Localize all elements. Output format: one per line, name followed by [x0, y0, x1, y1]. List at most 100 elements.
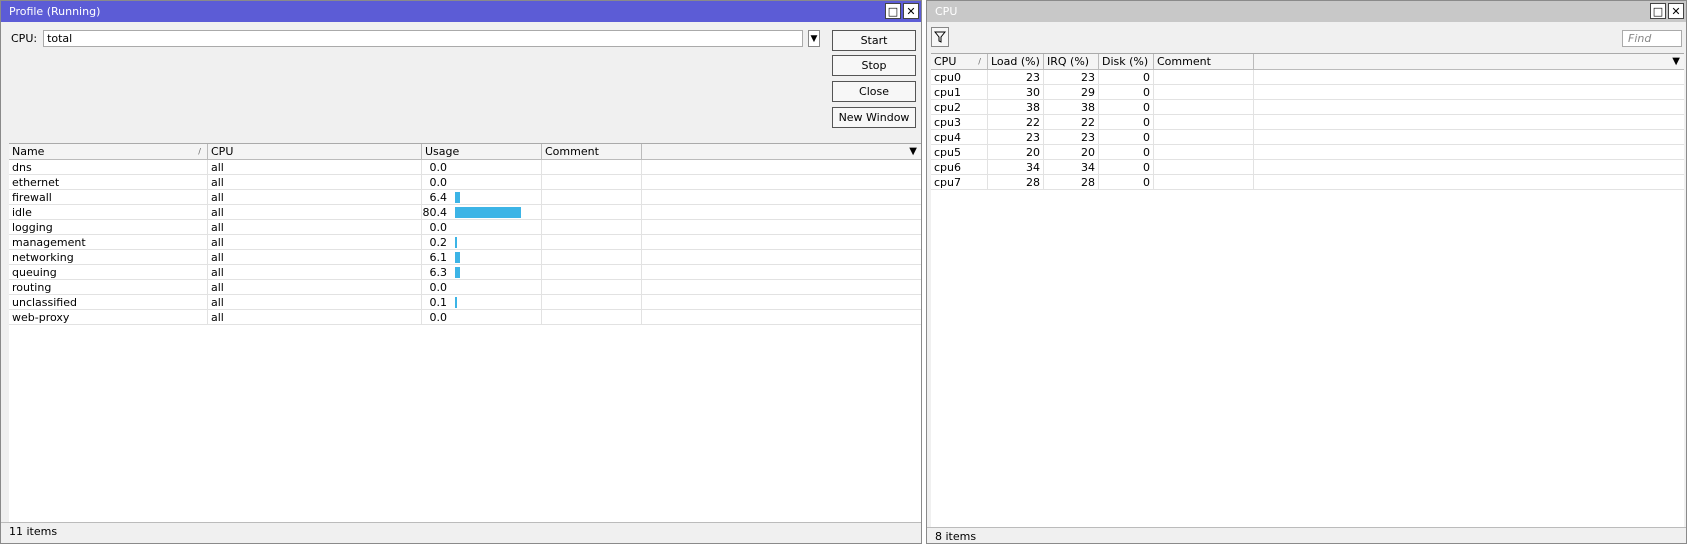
- cpu-id: cpu1: [931, 85, 988, 99]
- cpu-comment: [1154, 160, 1254, 174]
- col-usage-header[interactable]: Usage: [422, 144, 542, 159]
- cpu-irq: 23: [1044, 70, 1099, 84]
- table-row[interactable]: unclassified all 0.1: [9, 295, 921, 310]
- table-row[interactable]: firewall all 6.4: [9, 190, 921, 205]
- cpu-load: 30: [988, 85, 1044, 99]
- usage-value: 0.1: [429, 295, 448, 309]
- process-name: management: [9, 235, 208, 249]
- table-row[interactable]: networking all 6.1: [9, 250, 921, 265]
- dropdown-arrow-icon[interactable]: ▼: [808, 30, 820, 47]
- cpu-comment: [1154, 145, 1254, 159]
- col-comment-header[interactable]: Comment: [542, 144, 642, 159]
- table-row[interactable]: cpu3 22 22 0: [931, 115, 1684, 130]
- cpu-id: cpu7: [931, 175, 988, 189]
- cpu-titlebar[interactable]: CPU □ ✕: [927, 1, 1686, 22]
- column-menu-icon[interactable]: ▼: [909, 146, 917, 157]
- cpu-select-value: total: [47, 32, 73, 45]
- cpu-irq: 20: [1044, 145, 1099, 159]
- col-name-header[interactable]: Name /: [9, 144, 208, 159]
- usage-value: 6.1: [429, 250, 448, 264]
- cpu-comment: [1154, 130, 1254, 144]
- col-disk-header[interactable]: Disk (%): [1099, 54, 1154, 69]
- column-menu-icon[interactable]: ▼: [1672, 56, 1680, 67]
- close-icon[interactable]: ✕: [1668, 3, 1684, 19]
- usage-bar: [455, 206, 521, 218]
- col-cpu-header[interactable]: CPU: [208, 144, 422, 159]
- usage-value: 0.0: [429, 220, 448, 234]
- new-window-button[interactable]: New Window: [832, 107, 916, 128]
- process-cpu: all: [208, 235, 422, 249]
- process-name: queuing: [9, 265, 208, 279]
- process-comment: [542, 265, 642, 279]
- process-comment: [542, 190, 642, 204]
- cpu-load: 23: [988, 70, 1044, 84]
- profile-titlebar[interactable]: Profile (Running) □ ✕: [1, 1, 921, 22]
- process-name: ethernet: [9, 175, 208, 189]
- close-button[interactable]: Close: [832, 81, 916, 102]
- process-usage: 80.4: [422, 205, 542, 219]
- col-cpu-header[interactable]: CPU /: [931, 54, 988, 69]
- cpu-select[interactable]: total: [43, 30, 804, 47]
- filter-icon[interactable]: [931, 27, 949, 47]
- process-usage: 0.0: [422, 310, 542, 324]
- table-row[interactable]: cpu6 34 34 0: [931, 160, 1684, 175]
- process-name: routing: [9, 280, 208, 294]
- cpu-irq: 38: [1044, 100, 1099, 114]
- usage-value: 80.4: [422, 205, 448, 219]
- process-name: dns: [9, 160, 208, 174]
- cpu-id: cpu4: [931, 130, 988, 144]
- table-row[interactable]: routing all 0.0: [9, 280, 921, 295]
- cpu-disk: 0: [1099, 145, 1154, 159]
- cpu-label: CPU:: [11, 32, 38, 45]
- table-row[interactable]: cpu4 23 23 0: [931, 130, 1684, 145]
- table-row[interactable]: cpu0 23 23 0: [931, 70, 1684, 85]
- table-row[interactable]: idle all 80.4: [9, 205, 921, 220]
- start-button[interactable]: Start: [832, 30, 916, 51]
- cpu-disk: 0: [1099, 100, 1154, 114]
- table-row[interactable]: logging all 0.0: [9, 220, 921, 235]
- table-row[interactable]: queuing all 6.3: [9, 265, 921, 280]
- maximize-icon[interactable]: □: [885, 3, 901, 19]
- col-name-label: Name: [12, 145, 45, 158]
- table-row[interactable]: web-proxy all 0.0: [9, 310, 921, 325]
- cpu-comment: [1154, 85, 1254, 99]
- cpu-disk: 0: [1099, 115, 1154, 129]
- table-row[interactable]: cpu7 28 28 0: [931, 175, 1684, 190]
- table-row[interactable]: cpu2 38 38 0: [931, 100, 1684, 115]
- process-cpu: all: [208, 220, 422, 234]
- cpu-status-bar: 8 items: [927, 527, 1686, 543]
- cpu-irq: 23: [1044, 130, 1099, 144]
- usage-value: 6.4: [429, 190, 448, 204]
- table-row[interactable]: management all 0.2: [9, 235, 921, 250]
- process-comment: [542, 250, 642, 264]
- table-row[interactable]: cpu1 30 29 0: [931, 85, 1684, 100]
- process-comment: [542, 235, 642, 249]
- close-icon[interactable]: ✕: [903, 3, 919, 19]
- process-usage: 6.1: [422, 250, 542, 264]
- cpu-comment: [1154, 100, 1254, 114]
- cpu-irq: 28: [1044, 175, 1099, 189]
- table-row[interactable]: dns all 0.0: [9, 160, 921, 175]
- profile-table-header: Name / CPU Usage Comment ▼: [9, 144, 921, 160]
- maximize-icon[interactable]: □: [1650, 3, 1666, 19]
- usage-bar: [455, 251, 460, 263]
- process-comment: [542, 175, 642, 189]
- col-load-header[interactable]: Load (%): [988, 54, 1044, 69]
- table-row[interactable]: ethernet all 0.0: [9, 175, 921, 190]
- usage-bar: [455, 266, 460, 278]
- process-usage: 6.4: [422, 190, 542, 204]
- col-irq-header[interactable]: IRQ (%): [1044, 54, 1099, 69]
- table-row[interactable]: cpu5 20 20 0: [931, 145, 1684, 160]
- process-cpu: all: [208, 250, 422, 264]
- process-name: logging: [9, 220, 208, 234]
- col-comment-header[interactable]: Comment: [1154, 54, 1254, 69]
- col-usage-label: Usage: [425, 145, 460, 158]
- find-input[interactable]: Find: [1622, 30, 1682, 47]
- cpu-comment: [1154, 70, 1254, 84]
- cpu-comment: [1154, 115, 1254, 129]
- usage-value: 0.0: [429, 175, 448, 189]
- stop-button[interactable]: Stop: [832, 55, 916, 76]
- cpu-comment: [1154, 175, 1254, 189]
- process-usage: 0.0: [422, 160, 542, 174]
- usage-value: 6.3: [429, 265, 448, 279]
